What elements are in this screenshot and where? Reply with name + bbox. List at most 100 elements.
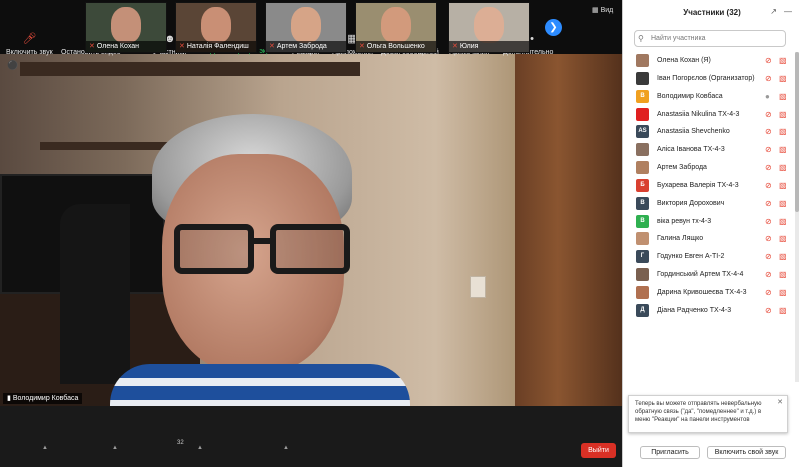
participant-row[interactable]: Anastasiia Nikulina TX-4-3 ⊘ ▧ [623, 106, 795, 122]
mic-icon: ● [765, 91, 770, 101]
avatar [636, 143, 649, 157]
participant-row[interactable]: Г Годунко Евген А-ТІ-2 ⊘ ▧ [623, 248, 795, 264]
mic-muted-icon: ✕ [179, 43, 185, 50]
participant-row[interactable]: Ввіка ревун тх-4-3 ⊘ ▧ [623, 213, 795, 229]
participant-name: Бухарева Валерія ТХ-4-3 [657, 181, 739, 189]
avatar: В [636, 214, 649, 228]
camera-off-icon: ▧ [779, 109, 787, 119]
participant-row[interactable]: Іван Погорєлов (Организатор) ⊘ ▧ [623, 70, 795, 86]
participant-row[interactable]: Артем Заброда ⊘ ▧ [623, 159, 795, 175]
avatar [636, 232, 649, 246]
mic-muted-icon: ⊘ [765, 270, 772, 280]
participant-row[interactable]: В Виктория Дорохович ⊘ ▧ [623, 195, 795, 211]
participant-name: Галина Лящко [657, 235, 704, 243]
participant-name: Аліса Іванова ТХ-4-3 [657, 146, 725, 154]
participant-row[interactable]: Аліса Іванова ТХ-4-3 ⊘ ▧ [623, 141, 795, 157]
participant-row[interactable]: Б Бухарева Валерія ТХ-4-3 ⊘ ▧ [623, 177, 795, 193]
speaker-name-label: ▮ Володимир Ковбаса [3, 393, 83, 404]
participants-options-caret-icon[interactable]: ▲ [197, 445, 203, 451]
avatar [636, 285, 649, 299]
unmute-button[interactable]: 🎤︎ Включить звук [6, 33, 53, 56]
thumbnail-name: Юлия [459, 43, 479, 50]
camera-off-icon: ▧ [779, 145, 787, 155]
thumbnail-face [291, 7, 321, 43]
participant-name: Олена Кохан (Я) [657, 57, 711, 64]
participant-list-scrollbar[interactable] [795, 52, 799, 382]
camera-off-icon: ▧ [779, 198, 787, 208]
camera-off-icon: ▧ [779, 216, 787, 226]
mic-muted-icon: ⊘ [765, 216, 772, 226]
speaker-shirt [110, 364, 410, 406]
avatar: В [636, 89, 649, 103]
mic-muted-icon: ⊘ [765, 287, 772, 297]
meeting-toolbar [0, 406, 622, 467]
video-thumbnail[interactable]: ✕ Артем Заброда [265, 2, 347, 53]
unmute-me-button[interactable]: Включить свой звук [707, 446, 786, 459]
mic-muted-icon: ⊘ [765, 252, 772, 262]
camera-off-icon: ▧ [779, 73, 787, 83]
view-button[interactable]: ▦ Вид [592, 6, 613, 14]
participant-name: Дарина Кривошеєва ТХ-4-3 [657, 288, 747, 296]
encryption-shield-icon[interactable]: ⚫ [7, 60, 18, 71]
participant-row[interactable]: Д Діана Радченко ТХ-4-3 ⊘ ▧ [623, 302, 795, 318]
participant-row[interactable]: AS Anastasiia Shevchenko ⊘ ▧ [623, 123, 795, 139]
unmute-label: Включить звук [6, 49, 53, 56]
participant-row[interactable]: Олена Кохан (Я) ⊘ ▧ [623, 52, 795, 68]
participant-row[interactable]: Гординський Артем ТХ-4-4 ⊘ ▧ [623, 266, 795, 282]
thumbnail-name: Артем Заброда [276, 43, 327, 50]
camera-off-icon: ▧ [779, 127, 787, 137]
glasses-lens [174, 224, 254, 274]
avatar [636, 268, 649, 282]
avatar: Д [636, 303, 649, 317]
active-speaker-video [0, 54, 622, 406]
thumbnail-name: Ольга Вольшенко [366, 43, 425, 50]
mic-muted-icon: ⊘ [765, 145, 772, 155]
video-door [515, 54, 622, 406]
mic-muted-icon: ⊘ [765, 180, 772, 190]
participants-count: 32 [177, 440, 184, 446]
participant-name: Іван Погорєлов (Организатор) [657, 74, 755, 82]
leave-button[interactable]: Выйти [581, 443, 616, 458]
participant-name: Діана Радченко ТХ-4-3 [657, 306, 732, 314]
participant-name: Гординський Артем ТХ-4-4 [657, 271, 744, 279]
mic-muted-icon: ⊘ [765, 73, 772, 83]
participant-name: віка ревун тх-4-3 [657, 217, 712, 225]
mic-muted-icon: ⊘ [765, 127, 772, 137]
speaker-person [110, 114, 410, 406]
thumbnail-face [474, 7, 504, 43]
view-label: Вид [600, 7, 614, 14]
meeting-area: ❯ ▦ Вид ⚫ ▮ Володимир Ковбаса 🎤︎ Включит… [0, 0, 622, 467]
participant-row[interactable]: Дарина Кривошеєва ТХ-4-3 ⊘ ▧ [623, 284, 795, 300]
thumbnail-face [111, 7, 141, 43]
avatar [636, 71, 649, 85]
video-options-caret-icon[interactable]: ▲ [112, 445, 118, 451]
video-chair [60, 204, 130, 384]
video-thumbnail[interactable]: ✕ Олена Кохан [85, 2, 167, 53]
camera-off-icon: ▧ [779, 180, 787, 190]
thumbnail-name-label: ✕ Артем Заброда [266, 41, 346, 52]
invite-button[interactable]: Пригласить [640, 446, 700, 459]
participant-name: Годунко Евген А-ТІ-2 [657, 253, 725, 261]
participant-name: Володимир Ковбаса [657, 92, 723, 100]
mic-muted-icon: ⊘ [765, 198, 772, 208]
popout-icon[interactable]: ↗ [770, 7, 777, 16]
participant-search-input[interactable]: Найти участника [634, 30, 786, 47]
video-thumbnail[interactable]: ✕ Ольга Вольшенко [355, 2, 437, 53]
avatar [636, 161, 649, 175]
avatar: Б [636, 178, 649, 192]
participant-row[interactable]: Галина Лящко ⊘ ▧ [623, 230, 795, 246]
signal-icon: ▮ [7, 395, 11, 402]
participant-row[interactable]: В Володимир Ковбаса ● ▧ [623, 88, 795, 104]
participant-name: Anastasiia Shevchenko [657, 128, 730, 136]
mic-muted-icon: ✕ [359, 43, 365, 50]
share-options-caret-icon[interactable]: ▲ [283, 445, 289, 451]
avatar [636, 54, 649, 67]
minimize-icon[interactable]: — [784, 7, 792, 16]
participant-name: Виктория Дорохович [657, 199, 725, 207]
video-thumbnail[interactable]: ✕ Наталія Фалендиш [175, 2, 257, 53]
video-thumbnail[interactable]: ✕ Юлия [448, 2, 530, 53]
close-icon[interactable]: ✕ [777, 399, 783, 407]
scrollbar-thumb[interactable] [795, 52, 799, 212]
mic-muted-icon: ✕ [452, 43, 458, 50]
audio-options-caret-icon[interactable]: ▲ [42, 445, 48, 451]
